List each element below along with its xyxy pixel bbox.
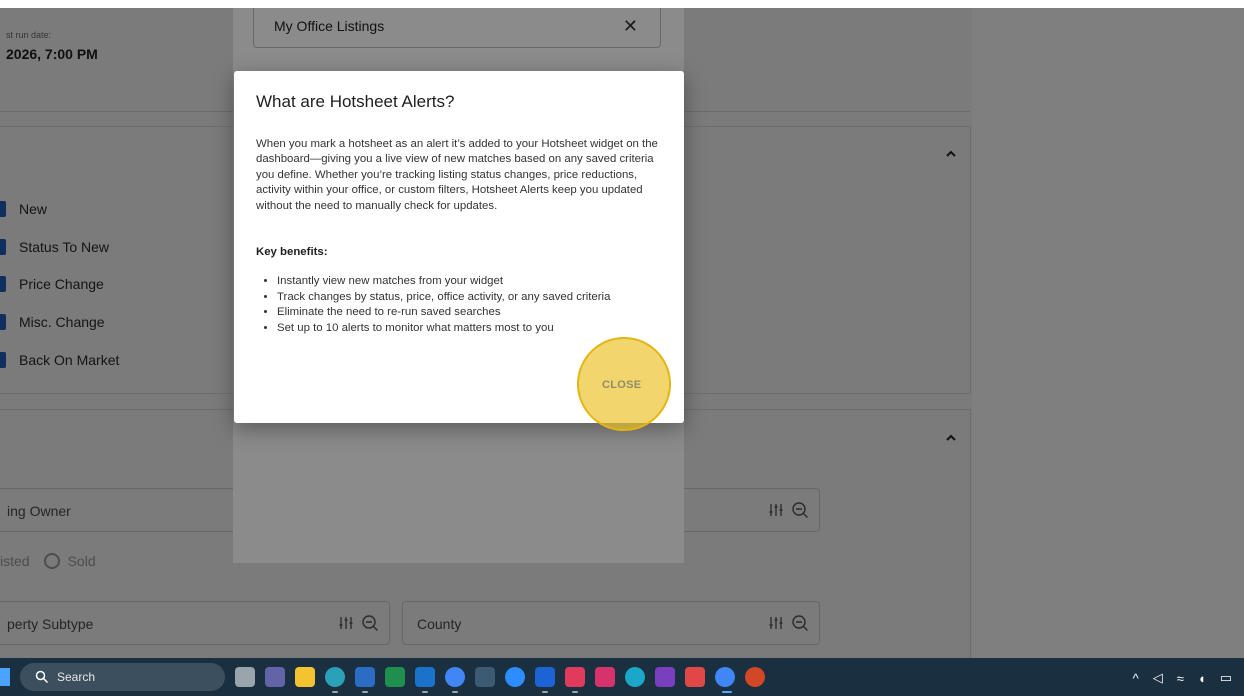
edge-icon[interactable] <box>325 667 345 687</box>
scribe-icon[interactable] <box>685 667 705 687</box>
modal-title: What are Hotsheet Alerts? <box>256 92 455 111</box>
excel-icon[interactable] <box>385 667 405 687</box>
word-icon[interactable] <box>355 667 375 687</box>
teams-icon[interactable] <box>265 667 285 687</box>
wifi-icon[interactable]: ≈ <box>1177 671 1184 686</box>
canva-icon[interactable] <box>625 667 645 687</box>
file-explorer-icon[interactable] <box>295 667 315 687</box>
snip-icon[interactable] <box>565 667 585 687</box>
benefit-item: Instantly view new matches from your wid… <box>277 274 610 290</box>
running-indicator <box>332 691 338 693</box>
top-strip <box>0 0 1244 8</box>
key-benefits-heading: Key benefits: <box>256 246 328 258</box>
chrome-icon[interactable] <box>445 667 465 687</box>
running-indicator <box>572 691 578 693</box>
chevron-up-icon[interactable]: ^ <box>1133 671 1139 686</box>
running-indicator <box>422 691 428 693</box>
volume-icon[interactable]: ◖ <box>1198 671 1206 686</box>
location-icon[interactable]: ◁ <box>1153 670 1163 686</box>
app-icon[interactable] <box>595 667 615 687</box>
running-indicator <box>542 691 548 693</box>
app-window: st run date: 2026, 7:00 PM New Status To… <box>0 0 1244 658</box>
system-tray: ^ ◁ ≈ ◖ ▭ <box>1133 670 1232 686</box>
running-indicator <box>452 691 458 693</box>
calculator-icon[interactable] <box>475 667 495 687</box>
remine-icon[interactable] <box>535 667 555 687</box>
search-label: Search <box>57 670 96 684</box>
close-button[interactable]: CLOSE <box>602 372 664 398</box>
benefit-item: Track changes by status, price, office a… <box>277 290 610 306</box>
taskbar-search[interactable]: Search <box>20 663 225 691</box>
running-indicator <box>362 691 368 693</box>
chrome-profile-icon[interactable] <box>715 667 735 687</box>
taskbar: Search ^ ◁ ≈ ◖ ▭ <box>0 658 1244 696</box>
battery-icon[interactable]: ▭ <box>1220 670 1232 686</box>
search-icon <box>35 670 49 684</box>
benefit-item: Eliminate the need to re-run saved searc… <box>277 305 610 321</box>
benefit-item: Set up to 10 alerts to monitor what matt… <box>277 321 610 337</box>
benefits-list: Instantly view new matches from your wid… <box>256 274 610 336</box>
modal-description: When you mark a hotsheet as an alert it’… <box>256 138 658 212</box>
zoom-icon[interactable] <box>505 667 525 687</box>
start-icon[interactable] <box>0 668 10 686</box>
widgets-icon[interactable] <box>235 667 255 687</box>
hotsheet-alerts-modal: What are Hotsheet Alerts? When you mark … <box>234 71 684 431</box>
onenote-icon[interactable] <box>655 667 675 687</box>
powerpoint-icon[interactable] <box>745 667 765 687</box>
active-indicator <box>722 691 732 693</box>
outlook-icon[interactable] <box>415 667 435 687</box>
